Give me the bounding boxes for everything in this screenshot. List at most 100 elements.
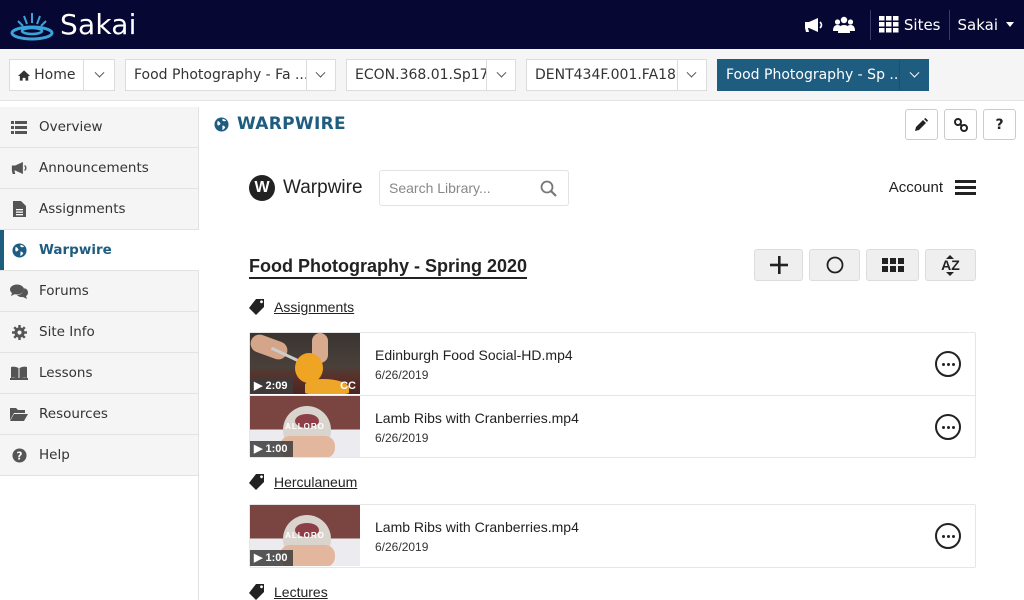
user-name: Sakai bbox=[957, 15, 999, 34]
site-tab-food-photography-fall[interactable]: Food Photography - Fa ... bbox=[125, 59, 336, 91]
divider bbox=[869, 9, 871, 40]
grid-view-button[interactable] bbox=[866, 249, 919, 281]
site-tab-dent[interactable]: DENT434F.001.FA18 bbox=[526, 59, 707, 91]
sidebar-item-label: Site Info bbox=[39, 324, 95, 340]
site-tab-label: Home bbox=[34, 67, 76, 83]
tag-lectures[interactable]: Lectures bbox=[249, 583, 328, 600]
sidebar-item-help[interactable]: ? Help bbox=[0, 435, 199, 476]
users-icon[interactable] bbox=[832, 13, 856, 37]
grid-icon bbox=[878, 16, 899, 33]
video-thumbnail[interactable]: ALLORO ▶ 1:00 bbox=[250, 505, 360, 566]
more-options-button[interactable] bbox=[935, 351, 961, 377]
sites-label: Sites bbox=[903, 15, 941, 34]
add-media-button[interactable] bbox=[754, 249, 803, 281]
media-title[interactable]: Lamb Ribs with Cranberries.mp4 bbox=[375, 410, 579, 426]
sakai-logo-icon bbox=[10, 12, 54, 40]
sidebar-item-announcements[interactable]: Announcements bbox=[0, 148, 199, 189]
sidebar-item-warpwire[interactable]: Warpwire bbox=[0, 230, 199, 271]
hamburger-menu-icon[interactable] bbox=[955, 180, 976, 195]
site-tab-label: Food Photography - Fa ... bbox=[134, 67, 306, 83]
help-button[interactable]: ? bbox=[983, 109, 1016, 140]
video-thumbnail[interactable]: ▶ 2:09 CC bbox=[250, 333, 360, 394]
sidebar-item-label: Lessons bbox=[39, 365, 93, 381]
tag-label: Lectures bbox=[274, 583, 328, 600]
warpwire-logo-icon: W bbox=[249, 175, 275, 201]
media-date: 6/26/2019 bbox=[375, 431, 429, 445]
media-item[interactable]: ALLORO ▶ 1:00 Lamb Ribs with Cranberries… bbox=[250, 505, 975, 567]
sakai-logo[interactable]: Sakai bbox=[10, 0, 137, 49]
tag-label: Assignments bbox=[274, 298, 355, 315]
tag-assignments[interactable]: Assignments bbox=[249, 298, 354, 315]
sidebar-item-label: Warpwire bbox=[39, 242, 112, 258]
tool-actions: ? bbox=[905, 109, 1016, 140]
search-input[interactable] bbox=[389, 180, 529, 196]
duration-badge: ▶ 1:00 bbox=[250, 441, 293, 457]
media-date: 6/26/2019 bbox=[375, 540, 429, 554]
link-button[interactable] bbox=[944, 109, 977, 140]
search-icon[interactable] bbox=[540, 180, 557, 202]
site-tab-home[interactable]: Home bbox=[9, 59, 115, 91]
sidebar-item-label: Assignments bbox=[39, 201, 126, 217]
plus-icon bbox=[769, 256, 788, 274]
record-button[interactable] bbox=[809, 249, 860, 281]
video-thumbnail[interactable]: ALLORO ▶ 1:00 bbox=[250, 396, 360, 457]
sidebar-item-site-info[interactable]: Site Info bbox=[0, 312, 199, 353]
account-menu[interactable]: Account bbox=[889, 179, 976, 196]
account-label: Account bbox=[888, 179, 943, 196]
sidebar-item-forums[interactable]: Forums bbox=[0, 271, 199, 312]
sidebar-item-label: Resources bbox=[39, 406, 108, 422]
tag-herculaneum[interactable]: Herculaneum bbox=[249, 473, 357, 490]
site-tab-dropdown[interactable] bbox=[899, 60, 928, 90]
site-tab-food-photography-spring[interactable]: Food Photography - Sp ... bbox=[717, 59, 929, 91]
media-item[interactable]: ▶ 2:09 CC Edinburgh Food Social-HD.mp4 6… bbox=[250, 333, 975, 395]
caret-down-icon bbox=[1006, 22, 1014, 27]
sidebar-item-label: Announcements bbox=[39, 160, 149, 176]
link-icon bbox=[953, 117, 968, 132]
sidebar-item-assignments[interactable]: Assignments bbox=[0, 189, 199, 230]
sidebar-item-lessons[interactable]: Lessons bbox=[0, 353, 199, 394]
tag-icon bbox=[249, 584, 264, 600]
sites-button[interactable]: Sites bbox=[878, 15, 941, 34]
media-title[interactable]: Edinburgh Food Social-HD.mp4 bbox=[375, 347, 573, 363]
tag-icon bbox=[249, 299, 264, 315]
duration-badge: ▶ 2:09 bbox=[250, 378, 293, 394]
divider bbox=[948, 9, 950, 40]
chevron-down-icon bbox=[315, 67, 326, 78]
svg-text:?: ? bbox=[16, 450, 22, 462]
media-title[interactable]: Lamb Ribs with Cranberries.mp4 bbox=[375, 519, 579, 535]
tag-icon bbox=[249, 474, 264, 490]
search-box bbox=[379, 170, 569, 206]
sidebar-item-resources[interactable]: Resources bbox=[0, 394, 199, 435]
more-options-button[interactable] bbox=[935, 414, 961, 440]
site-tab-label: DENT434F.001.FA18 bbox=[535, 67, 676, 83]
warpwire-brand: Warpwire bbox=[283, 177, 363, 198]
grid-icon bbox=[881, 258, 904, 272]
chevron-down-icon bbox=[94, 67, 105, 78]
megaphone-icon[interactable] bbox=[802, 13, 826, 37]
site-tab-dropdown[interactable] bbox=[676, 60, 706, 90]
more-options-button[interactable] bbox=[935, 523, 961, 549]
media-date: 6/26/2019 bbox=[375, 368, 429, 382]
sidebar-item-label: Forums bbox=[39, 283, 89, 299]
user-menu-button[interactable]: Sakai bbox=[957, 15, 1014, 34]
folder-open-icon bbox=[0, 407, 38, 421]
help-icon: ? bbox=[995, 116, 1004, 133]
site-tab-econ[interactable]: ECON.368.01.Sp17 bbox=[346, 59, 516, 91]
list-icon bbox=[0, 120, 38, 134]
edit-button[interactable] bbox=[905, 109, 938, 140]
sidebar-item-overview[interactable]: Overview bbox=[0, 107, 199, 148]
warpwire-frame: W Warpwire Account Food Photography - Sp… bbox=[249, 160, 976, 600]
library-title[interactable]: Food Photography - Spring 2020 bbox=[249, 255, 528, 279]
sort-button[interactable]: AZ bbox=[925, 249, 976, 281]
site-tab-dropdown[interactable] bbox=[83, 60, 114, 90]
site-tab-dropdown[interactable] bbox=[305, 60, 335, 90]
thumbnail-brand-text: ALLORO bbox=[285, 531, 325, 540]
media-item[interactable]: ALLORO ▶ 1:00 Lamb Ribs with Cranberries… bbox=[250, 395, 975, 457]
globe-icon bbox=[0, 242, 38, 258]
warpwire-logo[interactable]: W Warpwire bbox=[249, 175, 363, 201]
site-tab-label: ECON.368.01.Sp17 bbox=[355, 67, 487, 83]
book-icon bbox=[0, 366, 38, 380]
sort-az-icon: AZ bbox=[941, 254, 960, 276]
top-header: Sakai Sites Sakai bbox=[0, 0, 1024, 49]
site-tab-dropdown[interactable] bbox=[486, 60, 515, 90]
